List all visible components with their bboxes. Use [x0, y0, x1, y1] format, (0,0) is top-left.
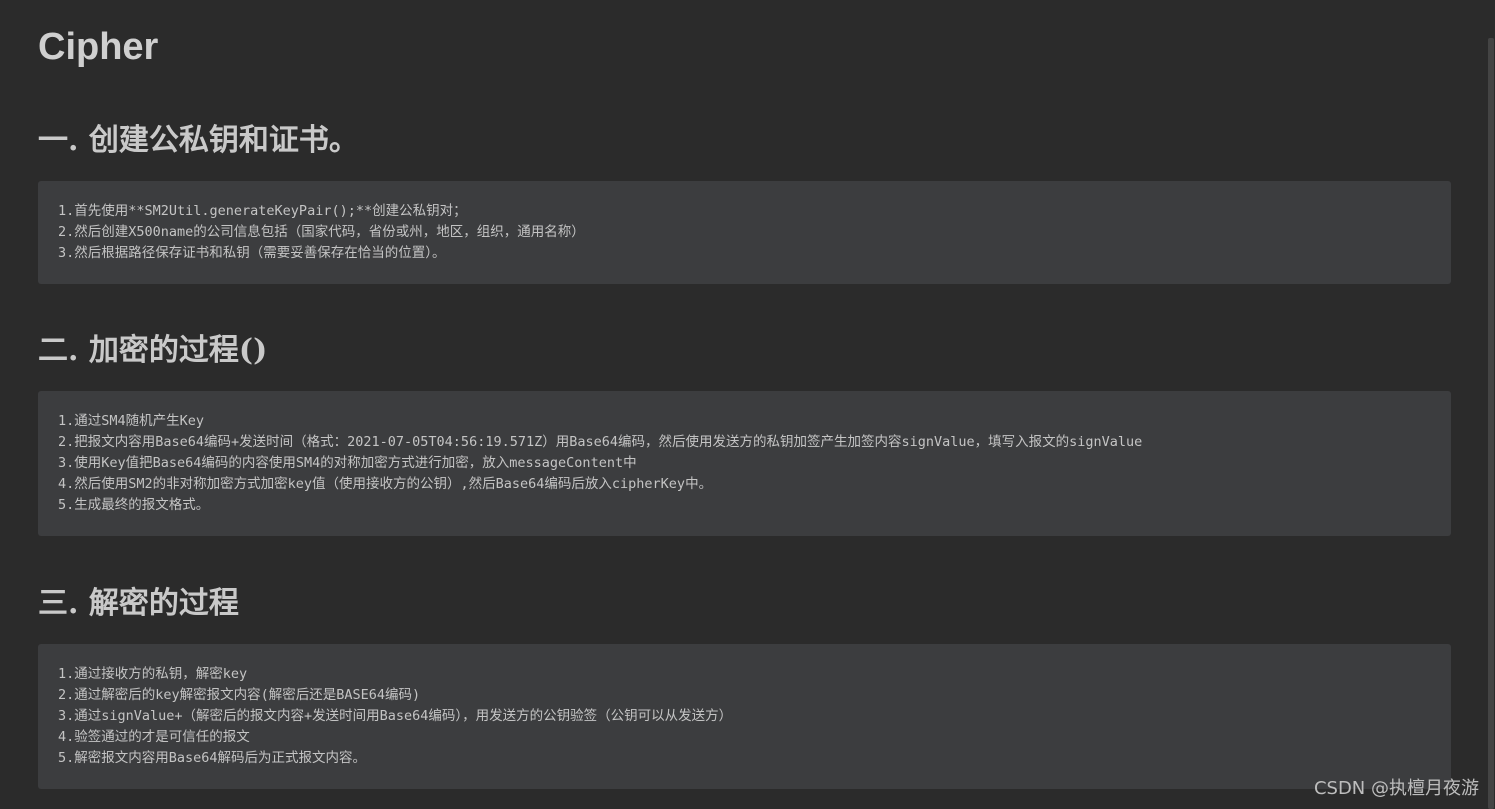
watermark: CSDN @执檀月夜游 — [1313, 778, 1479, 799]
code-line: 5.生成最终的报文格式。 — [58, 497, 210, 513]
section-heading-decryption: 三. 解密的过程 — [38, 586, 239, 621]
section-heading-create-keys: 一. 创建公私钥和证书。 — [38, 123, 359, 158]
code-line: 2.把报文内容用Base64编码+发送时间（格式：2021-07-05T04:5… — [58, 434, 1143, 450]
code-line: 3.然后根据路径保存证书和私钥（需要妥善保存在恰当的位置）。 — [58, 245, 446, 261]
code-line: 2.通过解密后的key解密报文内容(解密后还是BASE64编码) — [58, 687, 421, 703]
vertical-scrollbar[interactable] — [1487, 0, 1495, 809]
code-line: 1.通过接收方的私钥，解密key — [58, 666, 248, 682]
document-title: Cipher — [38, 26, 159, 68]
code-line: 1.通过SM4随机产生Key — [58, 413, 205, 429]
code-line: 2.然后创建X500name的公司信息包括（国家代码，省份或州，地区，组织，通用… — [58, 224, 585, 240]
code-line: 4.然后使用SM2的非对称加密方式加密key值（使用接收方的公钥）,然后Base… — [58, 476, 713, 492]
code-block-encryption: 1.通过SM4随机产生Key 2.把报文内容用Base64编码+发送时间（格式：… — [38, 391, 1451, 536]
code-block-decryption: 1.通过接收方的私钥，解密key 2.通过解密后的key解密报文内容(解密后还是… — [38, 644, 1451, 789]
section-heading-encryption: 二. 加密的过程() — [38, 333, 268, 368]
code-line: 3.通过signValue+（解密后的报文内容+发送时间用Base64编码），用… — [58, 708, 733, 724]
document-page: Cipher 一. 创建公私钥和证书。 1.首先使用**SM2Util.gene… — [0, 0, 1487, 809]
code-block-create-keys: 1.首先使用**SM2Util.generateKeyPair();**创建公私… — [38, 181, 1451, 284]
code-line: 4.验签通过的才是可信任的报文 — [58, 729, 250, 745]
code-line: 3.使用Key值把Base64编码的内容使用SM4的对称加密方式进行加密，放入m… — [58, 455, 637, 471]
code-line: 1.首先使用**SM2Util.generateKeyPair();**创建公私… — [58, 203, 467, 219]
code-line: 5.解密报文内容用Base64解码后为正式报文内容。 — [58, 750, 367, 766]
scrollbar-thumb[interactable] — [1488, 38, 1494, 809]
